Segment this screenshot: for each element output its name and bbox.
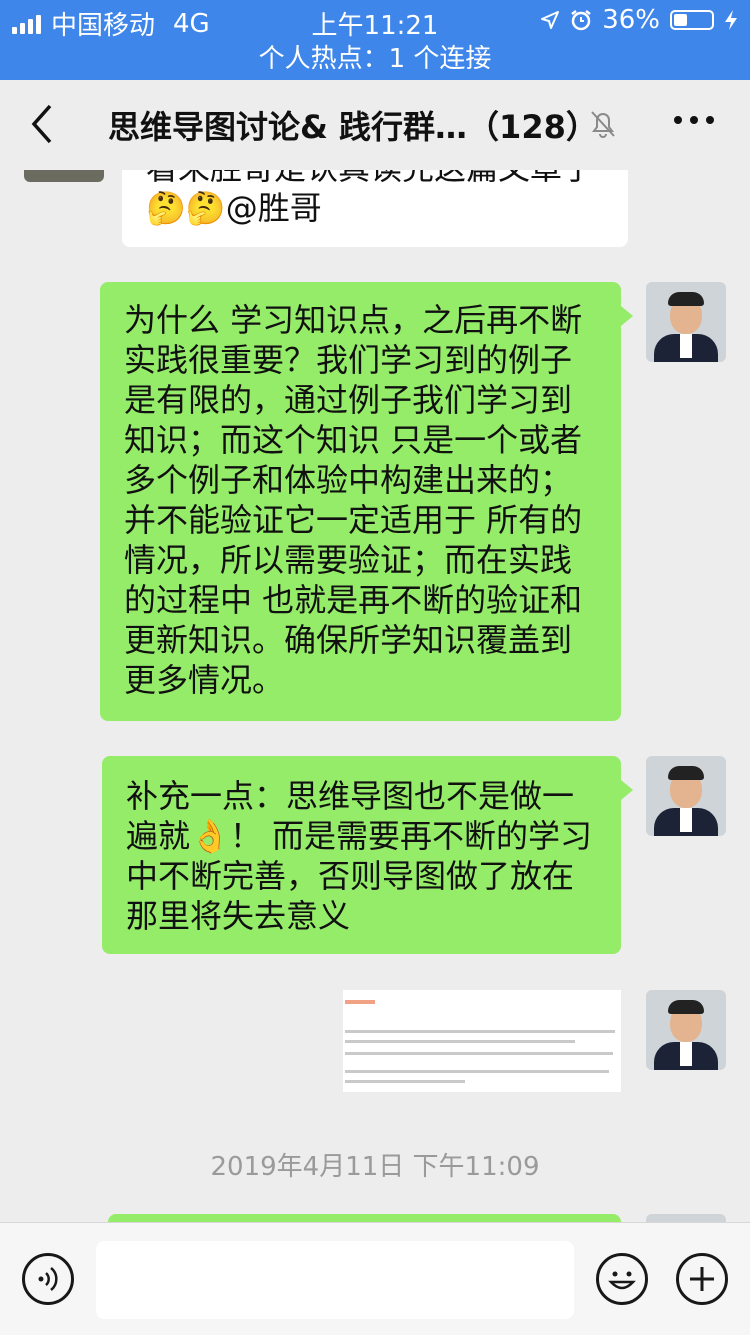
more-icon[interactable] xyxy=(674,116,714,124)
chat-title[interactable]: 思维导图讨论& 践行群…（128） xyxy=(108,102,598,148)
message-line: 🤔🤔@胜哥 xyxy=(146,189,322,227)
my-avatar[interactable] xyxy=(646,990,726,1070)
my-avatar[interactable] xyxy=(646,282,726,362)
chat-timestamp: 2019年4月11日 下午11:09 xyxy=(210,1152,540,1182)
emoji-icon[interactable] xyxy=(596,1253,648,1305)
message-line: 的过程中 也就是再不断的验证和 xyxy=(124,581,583,619)
charging-icon xyxy=(725,10,737,30)
message-line: 看来胜哥是认真读完这篇文章了 xyxy=(146,170,604,188)
plus-icon[interactable] xyxy=(676,1253,728,1305)
incoming-message[interactable]: 看来胜哥是认真读完这篇文章了 🤔🤔@胜哥 xyxy=(122,170,628,247)
battery-icon xyxy=(670,10,714,30)
status-right: 36% xyxy=(540,5,738,35)
sender-avatar[interactable] xyxy=(24,170,104,182)
message-line: 多个例子和体验中构建出来的； xyxy=(124,461,573,499)
message-line: 那里将失去意义 xyxy=(126,897,351,935)
message-line: 补充一点：思维导图也不是做一 xyxy=(126,777,575,815)
my-avatar[interactable] xyxy=(646,756,726,836)
outgoing-message[interactable] xyxy=(108,1214,621,1222)
voice-icon[interactable] xyxy=(22,1253,74,1305)
location-icon xyxy=(541,11,560,29)
message-line: 情况，所以需要验证；而在实践 xyxy=(124,541,573,579)
chat-area[interactable]: 看来胜哥是认真读完这篇文章了 🤔🤔@胜哥 为什么 学习知识点，之后再不断 实践很… xyxy=(0,170,750,1222)
hotspot-banner[interactable]: 个人热点：1 个连接 xyxy=(0,40,750,80)
image-message[interactable] xyxy=(343,990,621,1092)
outgoing-message[interactable]: 为什么 学习知识点，之后再不断 实践很重要？我们学习到的例子 是有限的，通过例子… xyxy=(100,282,633,721)
message-line: 遍就👌！ 而是需要再不断的学习 xyxy=(126,817,593,855)
message-input[interactable] xyxy=(96,1241,574,1319)
message-line: 并不能验证它一定适用于 所有的 xyxy=(124,501,583,539)
back-icon[interactable] xyxy=(28,102,58,146)
alarm-icon xyxy=(571,10,591,31)
status-bar: 中国移动 4G 上午11:21 36% xyxy=(0,0,750,41)
message-line: 是有限的，通过例子我们学习到 xyxy=(124,381,573,419)
chat-header: 思维导图讨论& 践行群…（128） xyxy=(0,80,750,170)
mute-bell-icon xyxy=(591,111,615,138)
message-line: 中不断完善，否则导图做了放在 xyxy=(126,857,575,895)
message-line: 更多情况。 xyxy=(124,661,285,699)
input-bar xyxy=(0,1222,750,1335)
message-line: 实践很重要？我们学习到的例子 xyxy=(124,341,573,379)
battery-percent: 36% xyxy=(602,5,660,35)
outgoing-message[interactable]: 补充一点：思维导图也不是做一 遍就👌！ 而是需要再不断的学习 中不断完善，否则导… xyxy=(102,756,633,954)
my-avatar[interactable] xyxy=(646,1214,726,1222)
message-line: 更新知识。确保所学知识覆盖到 xyxy=(124,621,573,659)
message-line: 知识；而这个知识 只是一个或者 xyxy=(124,421,583,459)
message-line: 为什么 学习知识点，之后再不断 xyxy=(124,301,583,339)
